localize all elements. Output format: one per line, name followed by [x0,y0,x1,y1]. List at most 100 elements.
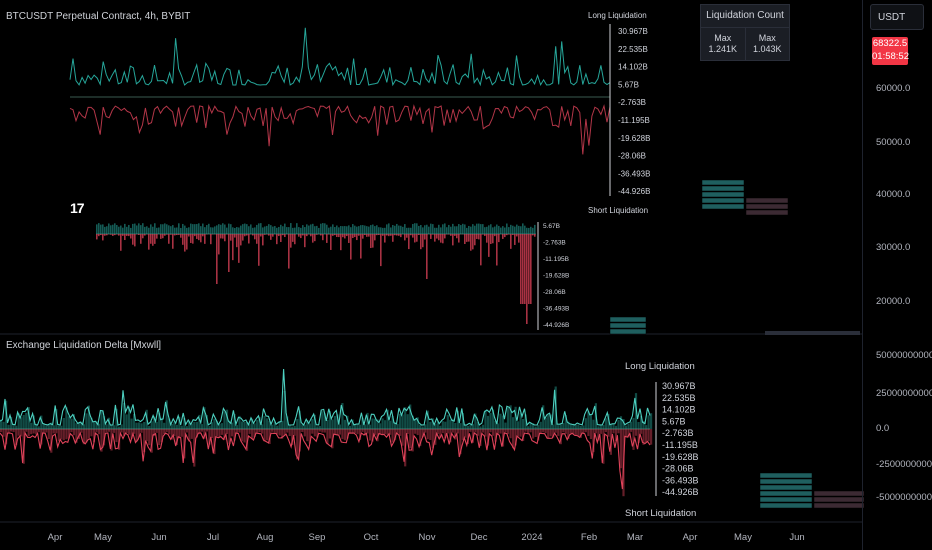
middle-long-bar [200,226,202,234]
middle-long-bar [290,223,292,234]
bottom-short-bar [446,429,449,434]
bottom-long-bar [577,424,580,429]
middle-short-bar [348,234,350,243]
bottom-tick-label: -28.06B [662,464,694,474]
middle-long-bar [474,225,476,234]
middle-short-bar [238,234,240,263]
last-price: 68322.5 [872,38,908,49]
bottom-long-bar [466,425,469,429]
bottom-long-stack [759,472,813,479]
bottom-long-bar [276,425,279,429]
middle-long-bar [360,225,362,234]
price-label: 30000.0 [876,242,911,253]
bottom-long-bar [155,421,158,429]
middle-long-bar [406,227,408,234]
bottom-short-bar [634,429,638,436]
bottom-short-bar [519,429,522,437]
middle-short-bar [126,234,128,236]
middle-short-bar [358,234,360,236]
bottom-short-bar [323,429,326,433]
bottom-long-bar [311,419,314,429]
price-label: 20000.0 [876,296,911,307]
middle-short-bar [372,234,374,248]
bottom-long-bar [193,421,196,429]
middle-short-bar [272,234,274,237]
middle-long-bar [332,224,334,234]
middle-long-bar [96,224,98,234]
middle-short-bar [244,234,246,237]
bottom-long-bar [557,425,560,429]
bottom-short-bar [336,429,339,435]
time-axis-label: Feb [581,532,597,543]
bottom-long-bar [592,419,595,429]
top-tick-label: -2.763B [618,98,646,107]
currency-button[interactable]: USDT [870,4,924,30]
top-tick-label: 22.535B [618,45,648,54]
bottom-long-bar [486,415,490,429]
bottom-long-bar [348,425,351,429]
bottom-long-bar [582,425,585,429]
bottom-long-bar [223,411,226,429]
middle-long-bar [304,227,306,234]
middle-long-bar [228,223,230,234]
bottom-long-bar [148,425,151,429]
middle-long-bar [116,224,118,234]
symbol-title[interactable]: BTCUSDT Perpetual Contract, 4h, BYBIT [6,11,190,22]
middle-long-bar [410,227,412,234]
middle-long-bar [526,227,528,234]
middle-long-bar [326,224,328,234]
middle-short-bar [282,234,284,236]
middle-short-bar [410,234,412,236]
middle-short-bar [332,234,334,236]
middle-long-bar [320,223,322,234]
middle-short-bar [288,234,290,269]
middle-long-bar [338,227,340,234]
bottom-short-bar [509,429,512,439]
chart-canvas[interactable]: Long Liquidation Short Liquidation 30.967B… [0,0,932,550]
middle-short-bar [378,234,380,235]
bottom-short-bar [414,429,417,434]
bottom-long-bar [256,419,259,429]
middle-short-bar [438,234,440,241]
bottom-short-bar [17,429,20,436]
middle-long-bar [164,223,166,234]
indicator-title[interactable]: Exchange Liquidation Delta [Mxwll] [6,340,161,351]
bottom-short-bar [70,429,73,433]
bottom-long-bar [321,411,324,429]
middle-long-bar [268,224,270,234]
middle-short-bar [520,234,522,304]
middle-long-bar [256,224,258,234]
bottom-short-bar [416,429,419,436]
middle-short-bar [278,234,280,237]
middle-short-bar [424,234,426,240]
bottom-short-bar [577,429,580,437]
middle-long-bar [250,224,252,234]
middle-long-bar [386,224,388,234]
middle-long-bar [122,227,124,234]
middle-long-bar [180,227,182,234]
middle-long-bar [500,227,502,234]
middle-long-bar [420,224,422,234]
middle-long-bar [346,226,348,234]
middle-long-bar [192,224,194,234]
middle-long-bar [270,225,272,234]
middle-long-bar [328,227,330,234]
middle-long-bar [530,226,532,234]
bottom-long-bar [266,418,269,429]
top-short-stack [745,203,789,210]
bottom-short-bar [564,429,567,434]
bottom-long-bar [100,411,103,429]
bottom-long-bar [421,426,424,429]
bottom-short-bar [168,429,171,435]
top-long-stack [701,197,745,204]
middle-long-bar [492,227,494,234]
middle-short-bar [502,234,504,239]
bottom-short-bar [640,429,643,434]
middle-tick-label: -19.628B [543,273,569,280]
bottom-long-bar [629,421,633,429]
bottom-short-bar [409,429,412,449]
bottom-short-bar [271,429,274,432]
bottom-long-bar [143,422,146,429]
middle-long-bar [374,226,376,234]
middle-long-bar [334,227,336,234]
